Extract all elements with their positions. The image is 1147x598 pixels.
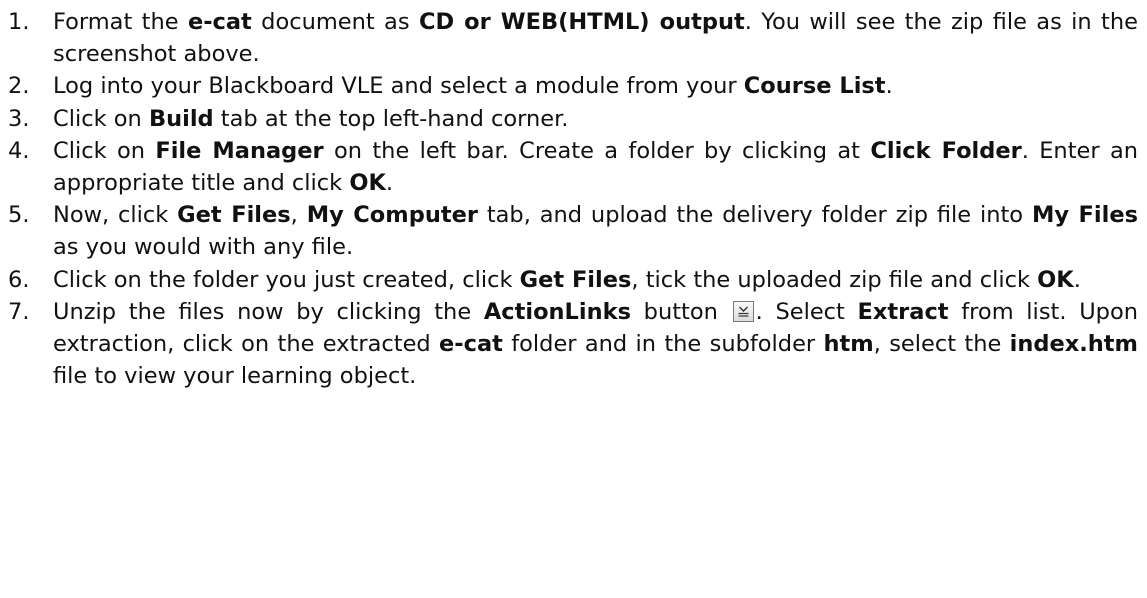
step-number: 7. (8, 298, 30, 325)
step-text: Now, click Get Files, My Computer tab, a… (53, 202, 1139, 261)
step-item: 3. Click on Build tab at the top left-ha… (8, 103, 1138, 135)
instruction-document: 1. Format the e-cat document as CD or WE… (0, 0, 1147, 598)
step-number: 2. (8, 73, 30, 100)
step-number: 1. (8, 9, 30, 35)
step-text: Click on File Manager on the left bar. C… (53, 137, 1138, 197)
step-item: 2. Log into your Blackboard VLE and sele… (8, 70, 1138, 102)
step-text: Format the e-cat document as CD or WEB(H… (53, 9, 1138, 68)
step-text: Unzip the files now by clicking the Acti… (53, 298, 1139, 390)
step-item: 6. Click on the folder you just created,… (8, 264, 1138, 296)
step-item: 4. Click on File Manager on the left bar… (8, 135, 1138, 199)
step-item: 5. Now, click Get Files, My Computer tab… (8, 199, 1138, 263)
actionlinks-icon (732, 300, 754, 322)
step-number: 5. (8, 202, 30, 229)
step-text: Click on Build tab at the top left-hand … (53, 105, 569, 132)
step-text: Click on the folder you just created, cl… (53, 266, 1081, 293)
step-number: 3. (8, 105, 30, 132)
step-number: 4. (8, 137, 30, 164)
steps-list: 1. Format the e-cat document as CD or WE… (8, 6, 1138, 392)
step-number: 6. (8, 266, 30, 293)
step-item: 1. Format the e-cat document as CD or WE… (8, 6, 1138, 70)
step-text: Log into your Blackboard VLE and select … (53, 73, 893, 100)
step-item: 7. Unzip the files now by clicking the A… (8, 296, 1138, 393)
